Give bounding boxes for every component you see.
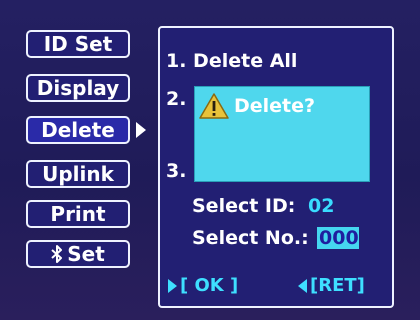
ret-arrow-icon [298,279,307,293]
bluetooth-icon [51,244,63,268]
menu-item-label: Print [50,202,106,226]
select-id-value[interactable]: 02 [308,195,334,217]
device-screen: ID Set Display Delete Uplink Print Set 1… [0,0,420,320]
select-id-label: Select ID: [192,195,296,217]
menu-item-label: Uplink [42,162,114,186]
option-delete-all[interactable]: 1. Delete All [166,50,297,72]
dialog-message: Delete? [234,95,316,117]
menu-item-label: Delete [41,118,115,142]
select-no-value[interactable]: 000 [319,227,359,249]
ret-button[interactable]: [RET] [310,275,365,297]
option-3-number[interactable]: 3. [166,160,186,182]
menu-item-label: ID Set [43,32,113,56]
menu-item-id-set[interactable]: ID Set [26,30,130,58]
menu-item-uplink[interactable]: Uplink [26,160,130,188]
menu-item-label: Display [36,76,120,100]
selection-arrow-icon [136,122,146,138]
warning-icon [198,92,230,124]
menu-item-label: Set [67,242,105,266]
menu-item-bluetooth-set[interactable]: Set [26,240,130,268]
menu-item-print[interactable]: Print [26,200,130,228]
menu-item-delete[interactable]: Delete [26,116,130,144]
select-no-label: Select No.: [192,227,309,249]
menu-item-display[interactable]: Display [26,74,130,102]
option-2-number[interactable]: 2. [166,88,186,110]
ok-button[interactable]: [ OK ] [180,275,238,297]
ok-arrow-icon [168,279,177,293]
